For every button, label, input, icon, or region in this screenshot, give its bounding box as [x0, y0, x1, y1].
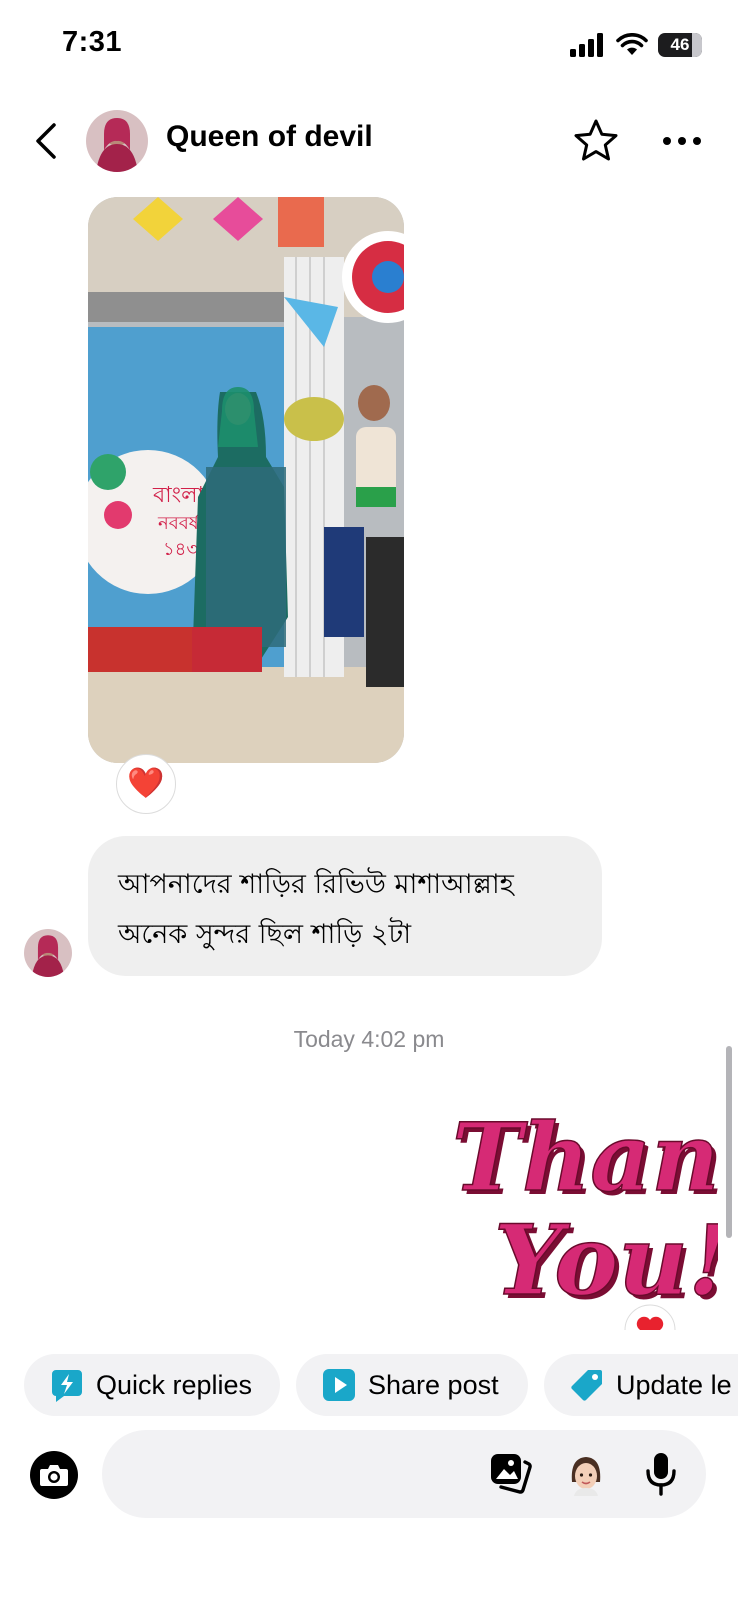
thank-you-sticker[interactable]: Thank Thank You! You!: [446, 1098, 738, 1321]
camera-button[interactable]: [30, 1451, 78, 1499]
lightning-chat-icon: [50, 1368, 84, 1402]
update-label: Update le: [616, 1369, 732, 1400]
gallery-button[interactable]: [488, 1450, 534, 1498]
battery-level: 46: [670, 35, 690, 54]
avatar-sticker-icon: [571, 1457, 601, 1496]
share-post-chip[interactable]: Share post: [296, 1354, 528, 1416]
status-icons: 46: [570, 30, 702, 60]
text-message-bubble[interactable]: আপনাদের শাড়ির রিভিউ মাশাআল্লাহ অনেক সুন…: [88, 836, 602, 976]
microphone-icon: [646, 1453, 676, 1496]
more-dots-icon: [663, 137, 701, 145]
microphone-button[interactable]: [638, 1448, 684, 1500]
media-message[interactable]: বাংলা নববর্ষ ১৪৩১: [88, 197, 404, 763]
camera-icon: [40, 1465, 68, 1486]
message-line-2: অনেক সুন্দর ছিল শাড়ি ২টা: [118, 919, 412, 950]
cellular-signal-icon: [570, 33, 603, 57]
message-input-pill[interactable]: [102, 1430, 706, 1518]
sticker-line-1-front: Thank: [452, 1103, 718, 1213]
tag-icon: [570, 1368, 604, 1402]
play-icon: [322, 1368, 356, 1402]
sender-avatar[interactable]: [24, 929, 72, 977]
update-chip[interactable]: Update le: [544, 1354, 738, 1416]
gallery-icon: [491, 1454, 532, 1494]
scrollbar[interactable]: [726, 1046, 732, 1238]
share-post-label: Share post: [368, 1369, 499, 1400]
back-arrow-icon: [36, 123, 56, 159]
quick-actions-row: Quick replies Share post Update le: [0, 1354, 738, 1416]
sticker-reaction[interactable]: [624, 1304, 676, 1330]
status-bar: 7:31 46: [0, 0, 738, 90]
contact-name[interactable]: Queen of devil: [166, 120, 373, 154]
chat-header: Queen of devil: [0, 100, 738, 182]
battery-icon: 46: [658, 33, 702, 57]
star-icon: [574, 119, 618, 161]
message-line-1: আপনাদের শাড়ির রিভিউ মাশাআল্লাহ: [118, 869, 514, 900]
svg-text:নববর্ষ: নববর্ষ: [157, 512, 201, 534]
message-composer: [0, 1430, 738, 1520]
message-input[interactable]: [126, 1454, 456, 1494]
more-options-button[interactable]: [658, 117, 706, 165]
quick-replies-chip[interactable]: Quick replies: [24, 1354, 280, 1416]
back-button[interactable]: [26, 118, 66, 164]
heart-icon: [624, 1304, 676, 1330]
avatar-sticker-button[interactable]: [564, 1450, 608, 1498]
star-button[interactable]: [572, 117, 620, 165]
svg-text:বাংলা: বাংলা: [152, 483, 204, 508]
sticker-line-2-front: You!: [494, 1204, 718, 1312]
wifi-icon: [616, 33, 648, 55]
shared-photo: বাংলা নববর্ষ ১৪৩১: [88, 197, 404, 763]
media-reaction[interactable]: ❤️: [116, 754, 176, 814]
status-time: 7:31: [62, 26, 123, 58]
contact-avatar[interactable]: [86, 110, 148, 172]
quick-replies-label: Quick replies: [96, 1369, 253, 1400]
message-timestamp: Today 4:02 pm: [293, 1026, 445, 1052]
